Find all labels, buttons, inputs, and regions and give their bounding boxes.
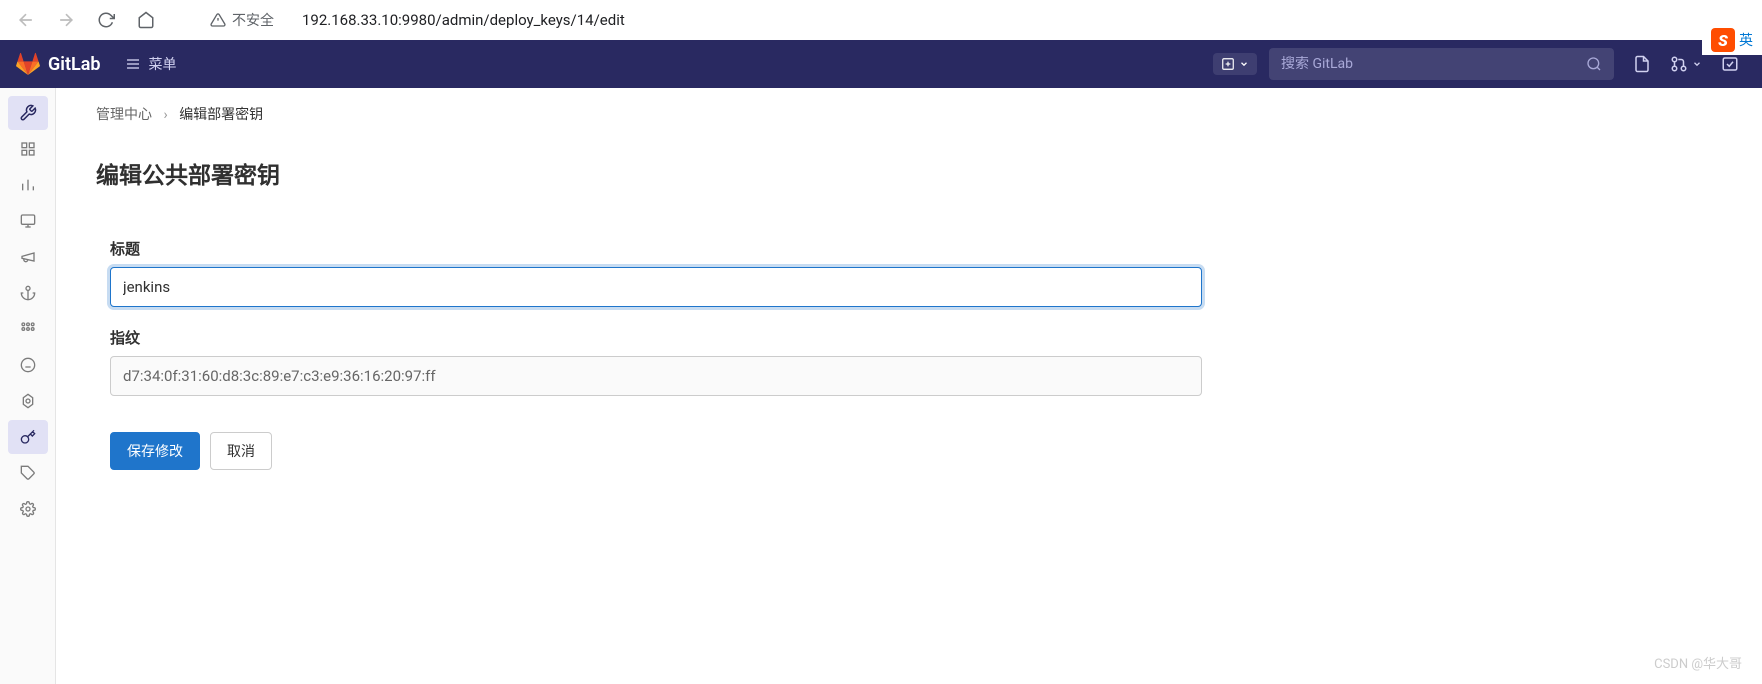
security-label: 不安全 [232, 10, 274, 30]
sidebar-item-applications[interactable] [8, 312, 48, 346]
title-label: 标题 [110, 238, 1202, 259]
address-bar-url[interactable]: 192.168.33.10:9980/admin/deploy_keys/14/… [302, 11, 625, 29]
search-input[interactable] [1281, 56, 1586, 72]
menu-label: 菜单 [149, 54, 177, 74]
issues-link[interactable] [1626, 48, 1658, 80]
chevron-down-icon [1239, 59, 1249, 69]
ime-logo: S [1711, 28, 1735, 52]
monitor-icon [20, 213, 36, 229]
merge-request-icon [1670, 55, 1688, 73]
sidebar-item-messages[interactable] [8, 240, 48, 274]
fingerprint-input [110, 356, 1202, 396]
plus-square-icon [1221, 57, 1235, 71]
fingerprint-label: 指纹 [110, 327, 1202, 348]
ime-indicator: S 英 [1702, 25, 1762, 55]
reload-button[interactable] [90, 4, 122, 36]
search-box[interactable] [1269, 48, 1614, 80]
sidebar-item-analytics[interactable] [8, 168, 48, 202]
dashboard-icon [20, 141, 36, 157]
kubernetes-icon [20, 393, 36, 409]
sidebar-item-overview[interactable] [8, 132, 48, 166]
home-button[interactable] [130, 4, 162, 36]
sidebar-item-admin[interactable] [8, 96, 48, 130]
chart-icon [20, 177, 36, 193]
sidebar-item-abuse[interactable] [8, 348, 48, 382]
tag-icon [20, 465, 36, 481]
new-dropdown[interactable] [1213, 53, 1257, 75]
breadcrumb-root[interactable]: 管理中心 [96, 107, 152, 123]
main-content: 管理中心 › 编辑部署密钥 编辑公共部署密钥 标题 指纹 保存修改 取消 [56, 88, 1762, 684]
sidebar-item-kubernetes[interactable] [8, 384, 48, 418]
breadcrumb-separator: › [163, 107, 167, 123]
breadcrumb-current: 编辑部署密钥 [179, 107, 263, 123]
title-input[interactable] [110, 267, 1202, 307]
apps-icon [20, 321, 36, 337]
ime-lang: 英 [1739, 30, 1753, 50]
brand-name: GitLab [48, 54, 101, 75]
page-title: 编辑公共部署密钥 [86, 156, 1732, 190]
save-button[interactable]: 保存修改 [110, 432, 200, 470]
anchor-icon [20, 285, 36, 301]
forward-button[interactable] [50, 4, 82, 36]
gitlab-logo-link[interactable]: GitLab [16, 52, 101, 76]
sidebar-item-monitoring[interactable] [8, 204, 48, 238]
sidebar-item-settings[interactable] [8, 492, 48, 526]
key-icon [20, 429, 36, 445]
hamburger-icon [125, 56, 141, 72]
warning-icon [210, 12, 226, 28]
browser-toolbar: 不安全 192.168.33.10:9980/admin/deploy_keys… [0, 0, 1762, 40]
issues-icon [1633, 55, 1651, 73]
megaphone-icon [20, 249, 36, 265]
back-button[interactable] [10, 4, 42, 36]
chevron-down-icon [1692, 59, 1702, 69]
breadcrumb: 管理中心 › 编辑部署密钥 [86, 104, 1732, 124]
sidebar-item-hooks[interactable] [8, 276, 48, 310]
gitlab-icon [16, 52, 40, 76]
wrench-icon [19, 104, 37, 122]
sidebar-item-deploy-keys[interactable] [8, 420, 48, 454]
cancel-button[interactable]: 取消 [210, 432, 272, 470]
face-icon [20, 357, 36, 373]
gitlab-header: S 英 GitLab 菜单 [0, 40, 1762, 88]
todos-icon [1721, 55, 1739, 73]
search-icon [1586, 56, 1602, 72]
admin-sidebar [0, 88, 56, 684]
watermark: CSDN @华大哥 [1654, 653, 1742, 672]
sidebar-item-labels[interactable] [8, 456, 48, 490]
security-indicator[interactable]: 不安全 [200, 10, 284, 30]
gear-icon [20, 501, 36, 517]
merge-requests-dropdown[interactable] [1670, 55, 1702, 73]
menu-button[interactable]: 菜单 [125, 54, 177, 74]
